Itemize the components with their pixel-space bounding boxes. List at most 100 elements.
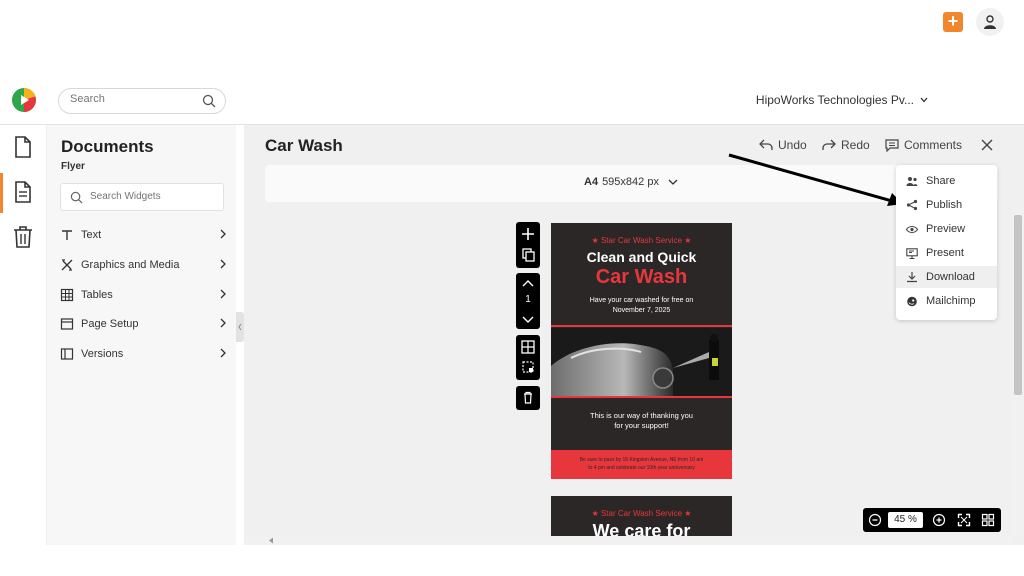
page-number: 1 xyxy=(525,294,531,305)
table-icon xyxy=(60,288,74,302)
menu-item-mailchimp[interactable]: Mailchimp xyxy=(896,290,997,312)
page-format: A4 xyxy=(584,176,599,188)
blank-document-icon[interactable] xyxy=(12,135,36,161)
delete-page-button[interactable] xyxy=(516,386,540,410)
widget-search-input[interactable] xyxy=(90,191,210,202)
zoom-level[interactable]: 45 % xyxy=(888,512,923,528)
add-button[interactable]: + xyxy=(943,12,963,32)
flyer-offer-line-1: Have your car washed for free on xyxy=(589,297,694,304)
menu-item-label: Publish xyxy=(926,199,963,211)
mailchimp-icon xyxy=(907,296,917,307)
menu-item-share[interactable]: Share xyxy=(896,170,997,192)
share-users-icon xyxy=(906,176,918,186)
global-search[interactable] xyxy=(58,88,226,114)
menu-item-download[interactable]: Download xyxy=(896,266,997,288)
zoom-in-icon[interactable] xyxy=(932,513,946,527)
menu-item-graphics[interactable]: Graphics and Media xyxy=(60,254,226,276)
menu-item-versions[interactable]: Versions xyxy=(60,343,226,365)
menu-item-present[interactable]: Present xyxy=(896,242,997,264)
graphics-icon xyxy=(61,259,73,271)
panel-collapse-handle[interactable] xyxy=(236,312,244,342)
zoom-out-icon[interactable] xyxy=(868,513,882,527)
publish-share-icon xyxy=(906,199,918,211)
menu-item-label: Tables xyxy=(81,289,113,301)
menu-item-label: Present xyxy=(926,247,964,259)
top-bar: HipoWorks Technologies Pv... xyxy=(0,79,1024,125)
widgets-panel: Documents Flyer Text Graphics and Media … xyxy=(47,125,236,545)
page-setup-icon xyxy=(60,318,74,330)
flyer-brand: Star Car Wash Service xyxy=(600,236,683,245)
panel-title: Documents xyxy=(61,137,154,156)
add-page-icon xyxy=(522,228,534,240)
flyer-divider xyxy=(551,396,732,398)
comments-label: Comments xyxy=(904,138,963,152)
search-icon[interactable] xyxy=(202,94,216,108)
select-area-icon xyxy=(522,361,534,373)
flyer-footer-line-1: Be sure to pass by 16 Kingston Avenue, N… xyxy=(579,457,704,463)
org-name: HipoWorks Technologies Pv... xyxy=(755,93,914,107)
menu-item-page-setup[interactable]: Page Setup xyxy=(60,313,226,335)
zoom-unit: % xyxy=(908,514,917,525)
star-icon: ★ xyxy=(684,509,692,518)
panel-subtitle: Flyer xyxy=(61,161,85,172)
close-icon[interactable] xyxy=(981,139,993,151)
vertical-scroll-thumb[interactable] xyxy=(1014,215,1022,395)
fit-screen-icon[interactable] xyxy=(957,513,971,527)
menu-item-label: Share xyxy=(926,175,956,187)
text-icon xyxy=(62,230,72,240)
user-avatar[interactable] xyxy=(976,8,1004,36)
org-switcher[interactable]: HipoWorks Technologies Pv... xyxy=(756,93,928,107)
trash-icon xyxy=(524,391,532,404)
menu-item-label: Page Setup xyxy=(81,318,139,330)
chevron-right-icon xyxy=(220,289,226,299)
duplicate-page-icon xyxy=(522,248,535,262)
chevron-right-icon xyxy=(220,229,226,239)
page-dimensions: 595x842 px xyxy=(602,176,659,188)
flyer-footer-band: Be sure to pass by 16 Kingston Avenue, N… xyxy=(551,450,732,479)
download-icon xyxy=(907,272,917,283)
star-icon: ★ xyxy=(684,236,692,245)
chevron-right-icon xyxy=(220,318,226,328)
document-title[interactable]: Car Wash xyxy=(265,136,343,156)
zoom-value: 45 xyxy=(894,514,906,525)
page-size-selector[interactable]: A4 595x842 px xyxy=(584,176,678,188)
page-down-icon[interactable] xyxy=(516,313,540,327)
flyer2-brand-row: ★ Star Car Wash Service ★ xyxy=(551,509,732,518)
flyer-page[interactable]: ★ Star Car Wash Service ★ Clean and Quic… xyxy=(551,223,732,479)
flyer-thanks-line-2: for your support! xyxy=(614,421,669,430)
app-logo-icon[interactable] xyxy=(11,87,37,113)
eye-icon xyxy=(906,225,918,233)
chevron-down-icon xyxy=(920,97,928,103)
menu-item-publish[interactable]: Publish xyxy=(896,194,997,216)
chevron-right-icon xyxy=(220,348,226,358)
share-dropdown-menu: Share Publish Preview Present Download M… xyxy=(896,165,997,320)
versions-icon xyxy=(60,348,74,360)
user-icon xyxy=(984,15,996,29)
flyer-brand-row: ★ Star Car Wash Service ★ xyxy=(551,236,732,245)
widget-search[interactable] xyxy=(60,183,224,211)
menu-item-label: Preview xyxy=(926,223,966,235)
annotation-arrow xyxy=(728,153,903,206)
global-search-input[interactable] xyxy=(70,93,190,105)
menu-item-tables[interactable]: Tables xyxy=(60,284,226,306)
layout-group xyxy=(516,335,540,380)
chevron-down-icon xyxy=(668,179,678,185)
star-icon: ★ xyxy=(591,509,599,518)
present-icon xyxy=(906,247,918,259)
zoom-controls xyxy=(863,508,1001,532)
menu-item-preview[interactable]: Preview xyxy=(896,218,997,240)
page-up-icon[interactable] xyxy=(516,276,540,290)
page-nav-group: 1 xyxy=(516,273,540,329)
scroll-left-icon[interactable] xyxy=(268,537,274,544)
flyer2-brand: Star Car Wash Service xyxy=(600,509,683,518)
flyer-footer-line-2: to 4 pm and celebrate our 10th year anni… xyxy=(588,465,695,471)
trash-icon[interactable] xyxy=(12,225,36,251)
grid-view-icon[interactable] xyxy=(981,513,995,527)
flyer-thanks-line-1: This is our way of thanking you xyxy=(590,411,693,420)
menu-item-label: Download xyxy=(926,271,975,283)
horizontal-scrollbar[interactable] xyxy=(244,536,1012,545)
chevron-right-icon xyxy=(220,259,226,269)
menu-item-text[interactable]: Text xyxy=(60,224,226,246)
menu-item-label: Mailchimp xyxy=(926,295,976,307)
documents-icon[interactable] xyxy=(12,180,36,206)
